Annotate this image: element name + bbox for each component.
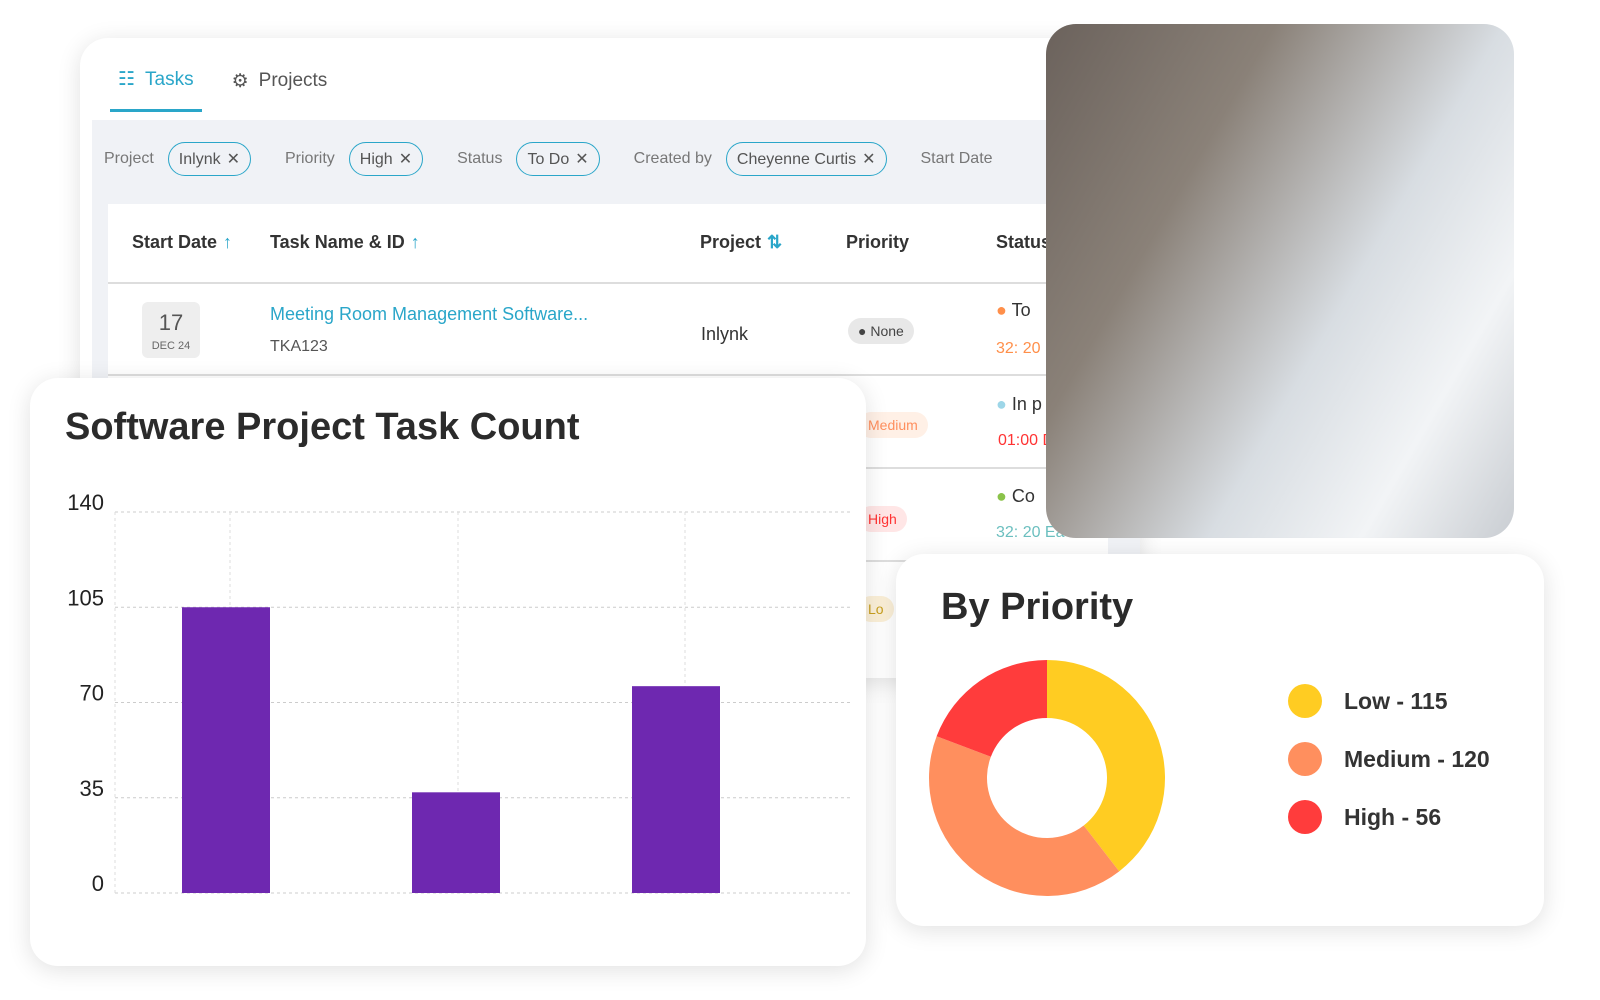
filter-label: Priority: [285, 150, 335, 167]
filter-label: Status: [457, 150, 503, 167]
close-icon[interactable]: ✕: [862, 151, 875, 168]
legend-item-high: High - 56: [1288, 800, 1490, 834]
bar: [182, 607, 270, 893]
legend-item-low: Low - 115: [1288, 684, 1490, 718]
y-tick-label: 105: [67, 585, 104, 610]
task-count-chart-card: Software Project Task Count 0 35 70 105 140: [30, 378, 866, 966]
priority-badge: Medium: [858, 412, 928, 438]
legend-item-medium: Medium - 120: [1288, 742, 1490, 776]
task-list-icon: ☷: [118, 69, 136, 90]
filter-label: Start Date: [920, 150, 993, 167]
filter-chip-priority[interactable]: High ✕: [348, 142, 424, 176]
project-name: Inlynk: [701, 324, 749, 344]
header-priority[interactable]: Priority: [846, 232, 909, 253]
y-tick-label: 35: [80, 776, 104, 801]
sort-up-icon: ↑: [410, 232, 420, 252]
time-text: 32: 20: [996, 340, 1041, 357]
sort-az-icon: ⇅: [767, 232, 783, 252]
filter-chip-project[interactable]: Inlynk ✕: [167, 142, 251, 176]
filter-label: Project: [104, 150, 154, 167]
bar: [632, 686, 720, 893]
sort-up-icon: ↑: [223, 232, 233, 252]
filter-chip-created-by[interactable]: Cheyenne Curtis ✕: [725, 142, 887, 176]
header-project[interactable]: Project ⇅: [700, 232, 782, 253]
filter-chip-status[interactable]: To Do ✕: [516, 142, 600, 176]
donut-slice: [936, 660, 1047, 757]
divider: [108, 282, 1108, 284]
status-text: ● In p: [996, 394, 1042, 414]
donut-slice: [929, 736, 1120, 896]
close-icon[interactable]: ✕: [227, 151, 240, 168]
header-start-date[interactable]: Start Date ↑: [132, 232, 232, 253]
task-id: TKA123: [270, 338, 328, 355]
bar: [412, 792, 500, 893]
legend: Low - 115 Medium - 120 High - 56: [1288, 684, 1490, 858]
tab-label: Tasks: [145, 68, 194, 90]
priority-badge: ● None: [848, 318, 914, 344]
tab-tasks[interactable]: ☷ Tasks: [110, 68, 202, 112]
header-status[interactable]: Status: [996, 232, 1051, 253]
project-settings-icon: ⚙: [231, 70, 249, 92]
y-tick-label: 70: [80, 681, 104, 706]
status-text: ● Co: [996, 486, 1035, 506]
task-name-link[interactable]: Meeting Room Management Software...: [270, 304, 588, 325]
tab-label: Projects: [258, 70, 328, 91]
date-badge: 17 DEC 24: [142, 302, 200, 358]
tab-projects[interactable]: ⚙ Projects: [232, 68, 328, 112]
header-task-name[interactable]: Task Name & ID ↑: [270, 232, 420, 253]
filter-label: Created by: [633, 150, 712, 167]
bar-chart: 0 35 70 105 140: [67, 490, 852, 896]
team-meeting-photo: [1046, 24, 1514, 538]
priority-chart-card: By Priority Low - 115 Medium - 120 High …: [896, 554, 1544, 926]
status-text: ● To: [996, 300, 1031, 320]
y-tick-label: 140: [67, 490, 104, 515]
close-icon[interactable]: ✕: [399, 151, 412, 168]
close-icon[interactable]: ✕: [575, 151, 588, 168]
y-tick-label: 0: [92, 871, 104, 896]
